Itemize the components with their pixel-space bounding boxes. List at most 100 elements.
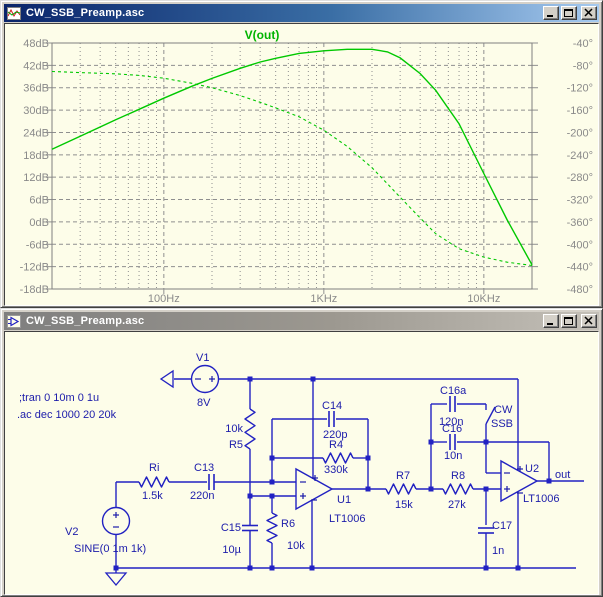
resistor-R5 xyxy=(244,408,256,450)
close-button[interactable] xyxy=(581,314,597,328)
junction-dot xyxy=(269,493,275,499)
x-axis-label: 10KHz xyxy=(467,293,500,304)
waveform-titlebar[interactable]: CW_SSB_Preamp.asc xyxy=(4,4,599,22)
y-axis-label-phase: -400° xyxy=(567,239,593,251)
maximize-button[interactable] xyxy=(561,314,577,328)
label-C15: C15 xyxy=(221,522,241,534)
value-V2: SINE(0 1m 1k) xyxy=(74,543,146,555)
y-axis-label-phase: -120° xyxy=(567,83,593,95)
value-C17: 1n xyxy=(492,545,504,557)
resistor-Ri xyxy=(138,476,170,488)
value-U2: LT1006 xyxy=(523,493,560,505)
label-R8: R8 xyxy=(451,470,465,482)
value-C13: 220n xyxy=(190,490,214,502)
source-V2 xyxy=(101,506,131,536)
y-axis-label-phase: -480° xyxy=(567,284,593,296)
junction-dot xyxy=(546,478,552,484)
y-axis-label-db: 24dB xyxy=(23,127,49,139)
y-axis-label-phase: -200° xyxy=(567,127,593,139)
y-axis-label-db: -12dB xyxy=(20,262,49,274)
label-Ri: Ri xyxy=(149,462,159,474)
y-axis-label-phase: -80° xyxy=(573,60,593,72)
x-axis-label: 100Hz xyxy=(148,293,180,304)
schematic-drawing: V1 8V V2 SINE(0 1m 1k) Ri 1.5k C13 220n 10k R5 C14… xyxy=(17,352,584,587)
y-axis-label-phase: -360° xyxy=(567,217,593,229)
schematic-pane[interactable]: V1 8V V2 SINE(0 1m 1k) Ri 1.5k C13 220n 10k R5 C14… xyxy=(4,331,599,595)
junction-dot xyxy=(113,565,119,571)
bode-plot: 48dB -40° 42dB -80° 36dB -120° 30dB -160° 24dB -2… xyxy=(20,28,593,304)
value-U1: LT1006 xyxy=(329,513,366,525)
schematic-window: CW_SSB_Preamp.asc V1 8V V2 SINE(0 1m 1k) Ri 1… xyxy=(0,308,603,597)
ground-symbol xyxy=(159,369,174,389)
schematic-titlebar[interactable]: CW_SSB_Preamp.asc xyxy=(4,312,599,330)
label-V2: V2 xyxy=(65,526,78,538)
y-axis-label-db: 42dB xyxy=(23,60,49,72)
waveform-pane[interactable]: 48dB -40° 42dB -80° 36dB -120° 30dB -160° 24dB -2… xyxy=(4,23,599,306)
label-R4: R4 xyxy=(329,439,343,451)
label-switch-cw: CW xyxy=(494,404,513,416)
label-C16: C16 xyxy=(442,423,462,435)
y-axis-label-phase: -320° xyxy=(567,195,593,207)
maximize-button[interactable] xyxy=(561,6,577,20)
label-out: out xyxy=(555,469,570,481)
label-R7: R7 xyxy=(396,470,410,482)
junction-dot xyxy=(483,439,489,445)
plot-border xyxy=(51,42,533,290)
y-axis-label-db: -6dB xyxy=(26,239,49,251)
junction-dot xyxy=(247,493,253,499)
y-axis-label-db: 48dB xyxy=(23,38,49,50)
opamp-icon xyxy=(6,314,22,328)
value-V1: 8V xyxy=(197,397,211,409)
minimize-button[interactable] xyxy=(543,6,559,20)
y-axis-label-db: 12dB xyxy=(23,172,49,184)
value-Ri: 1.5k xyxy=(142,490,163,502)
phase-trace xyxy=(51,70,533,267)
spice-directive-ac: .ac dec 1000 20 20k xyxy=(17,409,117,421)
junction-dot xyxy=(310,376,316,382)
waveform-window: CW_SSB_Preamp.asc 48dB -40° 42dB -80° 36dB -1… xyxy=(0,0,603,308)
ground-symbol xyxy=(104,572,128,587)
window-title: CW_SSB_Preamp.asc xyxy=(26,315,145,327)
spice-directive-tran: ;tran 0 10m 0 1u xyxy=(19,392,99,404)
magnitude-trace xyxy=(51,48,533,266)
y-axis-label-phase: -280° xyxy=(567,172,593,184)
ltspice-screen: CW_SSB_Preamp.asc 48dB -40° 42dB -80° 36dB -1… xyxy=(0,0,603,597)
y-axis-label-db: -18dB xyxy=(20,284,49,296)
label-C16a: C16a xyxy=(440,385,467,397)
value-C16: 10n xyxy=(444,450,462,462)
y-axis-label-phase: -40° xyxy=(573,38,593,50)
window-title: CW_SSB_Preamp.asc xyxy=(26,7,145,19)
label-switch-ssb: SSB xyxy=(491,418,513,430)
resistor-R8 xyxy=(442,483,474,495)
junction-dot xyxy=(269,455,275,461)
y-axis-label-db: 6dB xyxy=(29,195,49,207)
label-U1: U1 xyxy=(337,494,351,506)
value-R4: 330k xyxy=(324,464,348,476)
junction-dot xyxy=(428,486,434,492)
value-R8: 27k xyxy=(448,499,466,511)
close-button[interactable] xyxy=(581,6,597,20)
junction-dot xyxy=(483,486,489,492)
label-R6: R6 xyxy=(281,518,295,530)
value-R5: 10k xyxy=(225,423,243,435)
junction-dot xyxy=(428,439,434,445)
waveform-icon xyxy=(6,6,22,20)
junction-dot xyxy=(365,455,371,461)
junction-dot xyxy=(269,565,275,571)
y-axis-label-phase: -440° xyxy=(567,262,593,274)
label-U2: U2 xyxy=(525,463,539,475)
label-C17: C17 xyxy=(492,520,512,532)
x-axis-label: 1KHz xyxy=(310,293,337,304)
label-V1: V1 xyxy=(196,352,209,364)
y-axis-label-db: 30dB xyxy=(23,105,49,117)
junction-dot xyxy=(247,376,253,382)
value-R7: 15k xyxy=(395,499,413,511)
y-axis-label-db: 18dB xyxy=(23,150,49,162)
junction-dot xyxy=(269,479,275,485)
plot-title: V(out) xyxy=(245,28,280,42)
junction-dot xyxy=(515,565,521,571)
junction-dot xyxy=(309,565,315,571)
resistor-R6 xyxy=(266,512,278,544)
minimize-button[interactable] xyxy=(543,314,559,328)
resistor-R4 xyxy=(322,452,354,464)
